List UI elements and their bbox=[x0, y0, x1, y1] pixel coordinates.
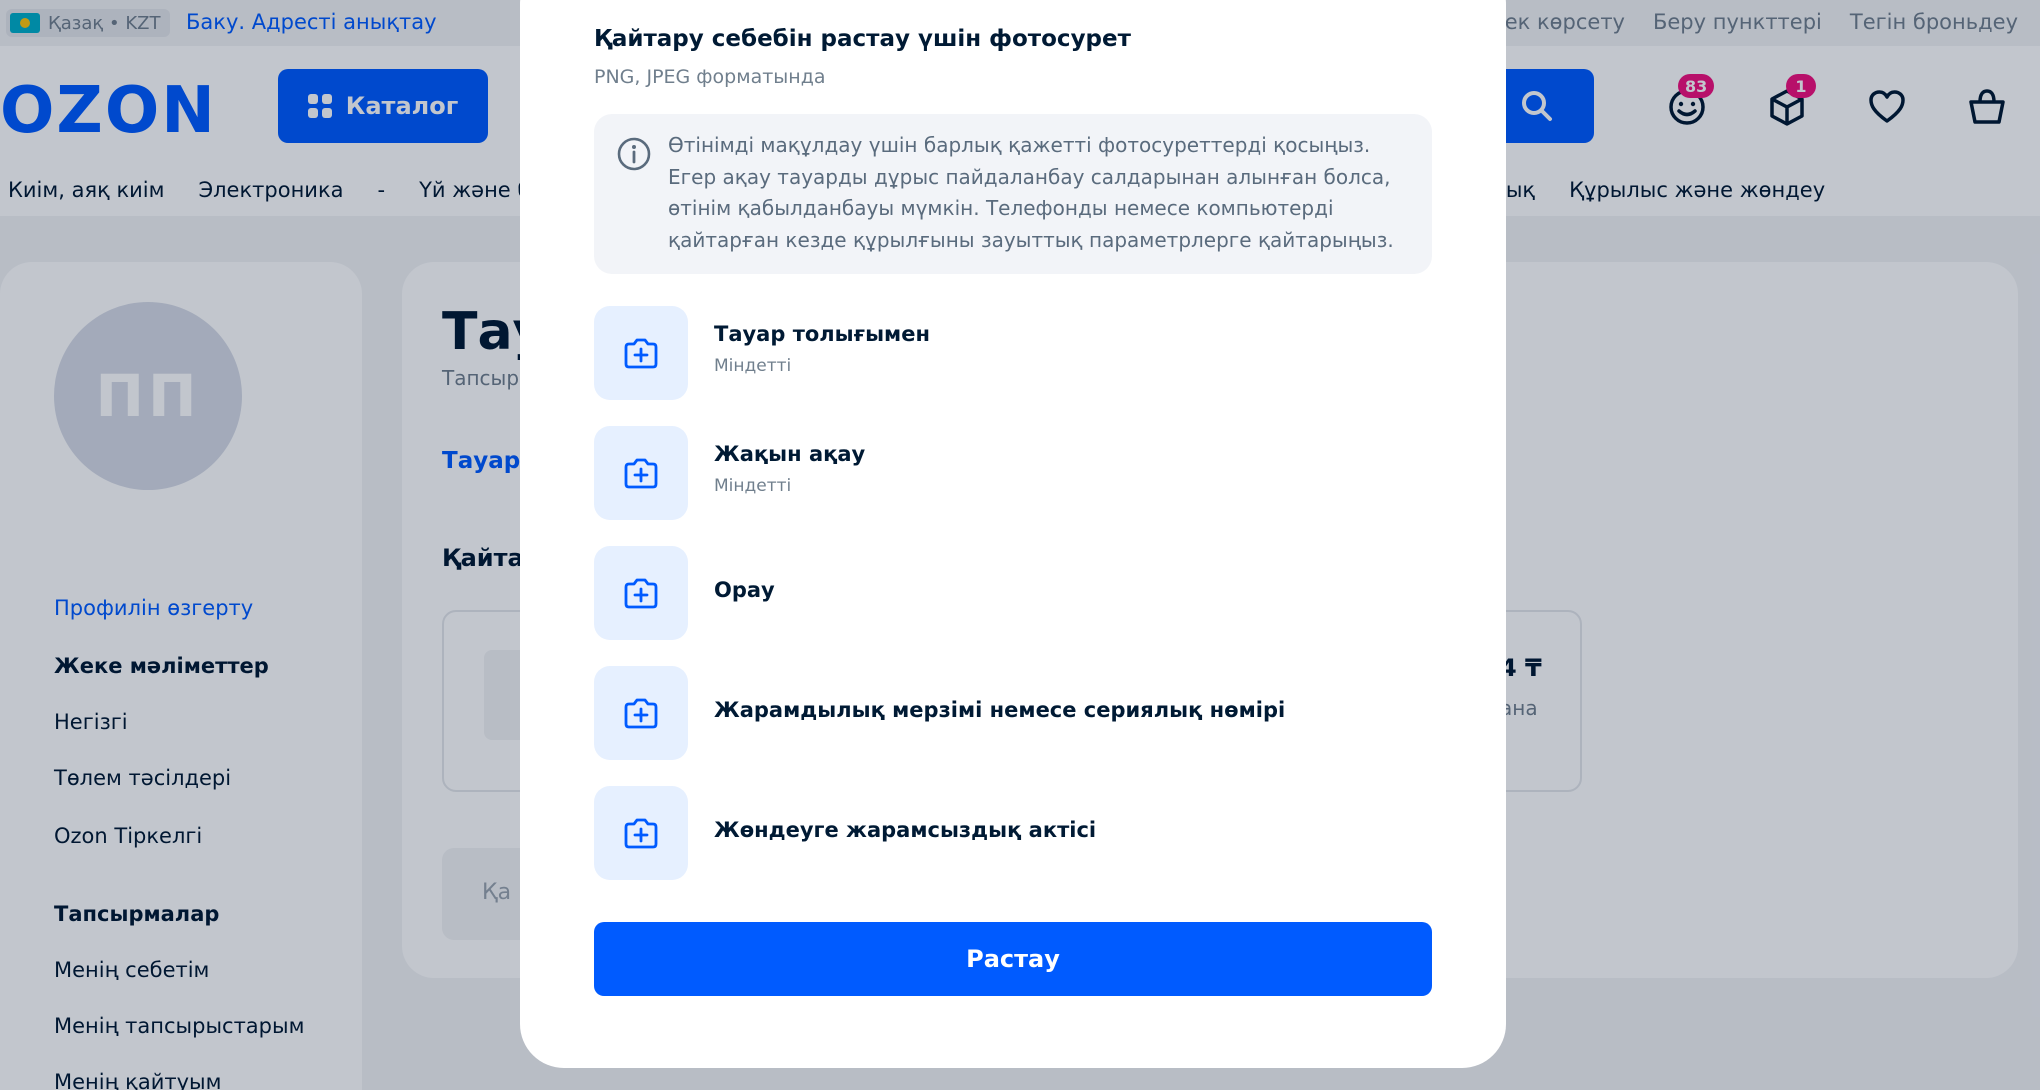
required-note: Міндетті bbox=[714, 356, 792, 376]
camera-plus-icon bbox=[624, 458, 658, 489]
upload-item-repair-act[interactable]: Жөндеуге жарамсыздық актісі bbox=[594, 786, 1434, 880]
camera-plus-icon bbox=[624, 578, 658, 609]
camera-plus-icon bbox=[624, 698, 658, 729]
upload-item-label: Жақын ақау bbox=[714, 442, 866, 466]
info-box: Өтінімді мақұлдау үшін барлық қажетті фо… bbox=[594, 114, 1432, 274]
upload-item-label: Жөндеуге жарамсыздық актісі bbox=[714, 818, 1097, 842]
photo-upload-modal: Қайтару себебін растау үшін фотосурет PN… bbox=[520, 0, 1506, 1068]
modal-title: Қайтару себебін растау үшін фотосурет bbox=[594, 26, 1131, 52]
upload-item-packaging[interactable]: Орау bbox=[594, 546, 1434, 640]
info-text: Өтінімді мақұлдау үшін барлық қажетті фо… bbox=[668, 133, 1394, 252]
upload-photo-button[interactable] bbox=[594, 546, 688, 640]
info-icon bbox=[617, 137, 651, 171]
modal-subtitle: PNG, JPEG форматында bbox=[594, 66, 826, 88]
required-note: Міндетті bbox=[714, 476, 792, 496]
upload-photo-button[interactable] bbox=[594, 426, 688, 520]
upload-item-label: Жарамдылық мерзімі немесе сериялық нөмір… bbox=[714, 698, 1286, 722]
camera-plus-icon bbox=[624, 818, 658, 849]
upload-photo-button[interactable] bbox=[594, 786, 688, 880]
upload-item-close-defect[interactable]: Жақын ақау Міндетті bbox=[594, 426, 1434, 520]
upload-item-label: Тауар толығымен bbox=[714, 322, 930, 346]
upload-item-full-product[interactable]: Тауар толығымен Міндетті bbox=[594, 306, 1434, 400]
upload-item-label: Орау bbox=[714, 578, 775, 602]
upload-photo-button[interactable] bbox=[594, 666, 688, 760]
camera-plus-icon bbox=[624, 338, 658, 369]
upload-photo-button[interactable] bbox=[594, 306, 688, 400]
upload-item-expiry-serial[interactable]: Жарамдылық мерзімі немесе сериялық нөмір… bbox=[594, 666, 1434, 760]
confirm-button[interactable]: Растау bbox=[594, 922, 1432, 996]
